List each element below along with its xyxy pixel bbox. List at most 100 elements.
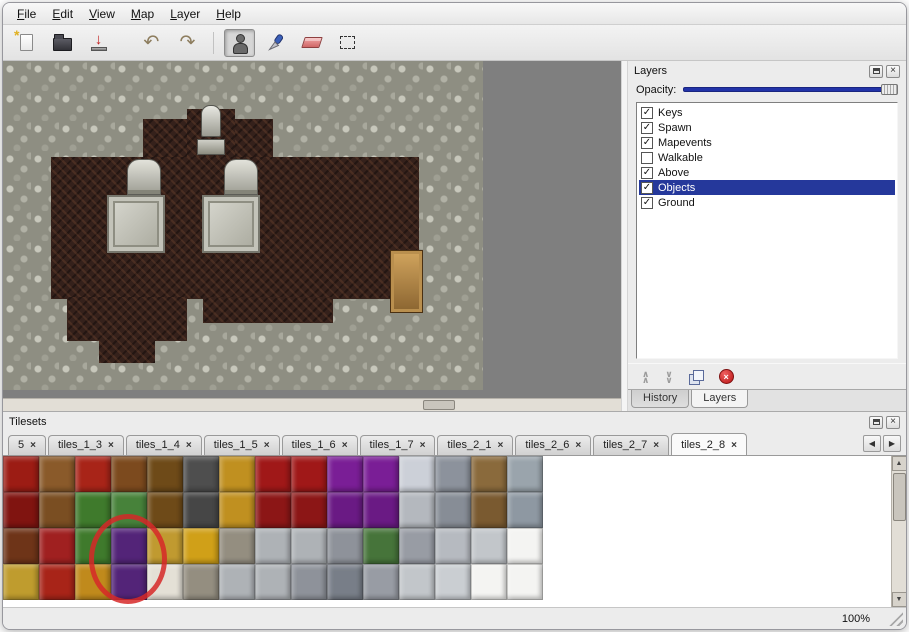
tileset-tab-tiles_2_8[interactable]: tiles_2_8× (671, 433, 747, 455)
tileset-tile[interactable] (363, 528, 399, 564)
map-horizontal-scrollbar[interactable] (3, 398, 621, 411)
layer-row-spawn[interactable]: ✓Spawn (639, 120, 895, 135)
tileset-tab-tiles_1_7[interactable]: tiles_1_7× (360, 435, 436, 455)
detach-panel-button[interactable] (869, 65, 883, 78)
tileset-tile[interactable] (507, 528, 543, 564)
tab-close-icon[interactable]: × (186, 441, 192, 450)
tab-close-icon[interactable]: × (731, 441, 737, 450)
tab-close-icon[interactable]: × (653, 441, 659, 450)
tileset-tab-tiles_2_1[interactable]: tiles_2_1× (437, 435, 513, 455)
paint-tool-button[interactable] (260, 29, 291, 57)
tileset-tile[interactable] (183, 456, 219, 492)
tab-scroll-right-button[interactable]: ▶ (883, 435, 901, 452)
tileset-tile[interactable] (435, 528, 471, 564)
tileset-tab-tiles_1_3[interactable]: tiles_1_3× (48, 435, 124, 455)
resize-grip[interactable] (889, 612, 903, 626)
new-map-button[interactable]: * (11, 29, 42, 57)
scrollbar-thumb[interactable] (893, 473, 906, 521)
close-panel-button[interactable]: × (886, 416, 900, 429)
tileset-tile[interactable] (291, 528, 327, 564)
tileset-tile[interactable] (183, 528, 219, 564)
tab-close-icon[interactable]: × (342, 441, 348, 450)
tileset-tile[interactable] (471, 492, 507, 528)
tileset-tile[interactable] (435, 456, 471, 492)
tileset-tile[interactable] (39, 564, 75, 600)
tileset-tile[interactable] (507, 492, 543, 528)
tileset-tile[interactable] (327, 528, 363, 564)
tileset-tile[interactable] (363, 492, 399, 528)
detach-panel-button[interactable] (869, 416, 883, 429)
map-canvas[interactable] (3, 61, 483, 390)
menu-map[interactable]: Map (123, 5, 162, 23)
close-panel-button[interactable]: × (886, 65, 900, 78)
tileset-tile[interactable] (291, 492, 327, 528)
layer-visibility-checkbox[interactable]: ✓ (641, 107, 653, 119)
move-layer-down-button[interactable]: ∨∨ (665, 371, 672, 383)
tileset-tile[interactable] (75, 492, 111, 528)
tileset-tile[interactable] (147, 456, 183, 492)
delete-layer-button[interactable]: × (719, 369, 734, 384)
save-button[interactable]: ↓ (83, 29, 114, 57)
tileset-tile[interactable] (75, 564, 111, 600)
tileset-vertical-scrollbar[interactable]: ▲ ▼ (891, 456, 906, 607)
layer-row-keys[interactable]: ✓Keys (639, 105, 895, 120)
layer-row-objects[interactable]: ✓Objects (639, 180, 895, 195)
scroll-down-button[interactable]: ▼ (892, 592, 907, 607)
tileset-tab-5[interactable]: 5× (8, 435, 46, 455)
tileset-tile[interactable] (111, 528, 147, 564)
event-tool-button[interactable] (224, 29, 255, 57)
tileset-tile[interactable] (3, 492, 39, 528)
tileset-tile[interactable] (219, 564, 255, 600)
tileset-tile[interactable] (435, 564, 471, 600)
tileset-tile[interactable] (219, 456, 255, 492)
duplicate-layer-button[interactable] (689, 370, 703, 384)
tileset-tile[interactable] (39, 528, 75, 564)
tileset-tile[interactable] (471, 564, 507, 600)
tileset-tile[interactable] (255, 492, 291, 528)
select-tool-button[interactable] (332, 29, 363, 57)
vertical-splitter[interactable] (621, 61, 628, 411)
layer-visibility-checkbox[interactable] (641, 152, 653, 164)
tileset-tile[interactable] (255, 528, 291, 564)
tileset-tile[interactable] (399, 456, 435, 492)
tileset-tile[interactable] (147, 564, 183, 600)
undo-button[interactable]: ↶ (136, 29, 167, 57)
tileset-tile[interactable] (183, 492, 219, 528)
tileset-tile[interactable] (327, 492, 363, 528)
tab-close-icon[interactable]: × (108, 441, 114, 450)
opacity-slider[interactable] (683, 83, 898, 96)
tileset-tile[interactable] (291, 456, 327, 492)
tileset-tab-tiles_2_7[interactable]: tiles_2_7× (593, 435, 669, 455)
map-viewport[interactable] (3, 61, 621, 398)
tileset-tab-tiles_1_4[interactable]: tiles_1_4× (126, 435, 202, 455)
tileset-tile[interactable] (471, 528, 507, 564)
scroll-up-button[interactable]: ▲ (892, 456, 907, 471)
eraser-tool-button[interactable] (296, 29, 327, 57)
menu-edit[interactable]: Edit (44, 5, 81, 23)
tileset-tile[interactable] (183, 564, 219, 600)
tileset-tile[interactable] (435, 492, 471, 528)
layer-row-above[interactable]: ✓Above (639, 165, 895, 180)
tileset-tile[interactable] (363, 564, 399, 600)
tileset-tile[interactable] (255, 564, 291, 600)
tab-history[interactable]: History (631, 390, 689, 408)
open-button[interactable] (47, 29, 78, 57)
menu-help[interactable]: Help (208, 5, 249, 23)
tab-close-icon[interactable]: × (420, 441, 426, 450)
tileset-tile[interactable] (327, 564, 363, 600)
menu-layer[interactable]: Layer (162, 5, 208, 23)
tileset-tile[interactable] (327, 456, 363, 492)
tileset-tile[interactable] (39, 456, 75, 492)
tileset-tile[interactable] (3, 528, 39, 564)
tileset-tile[interactable] (471, 456, 507, 492)
scrollbar-thumb[interactable] (423, 400, 455, 410)
layer-visibility-checkbox[interactable]: ✓ (641, 197, 653, 209)
tileset-tile[interactable] (111, 492, 147, 528)
tileset-tile[interactable] (291, 564, 327, 600)
tileset-tile[interactable] (399, 564, 435, 600)
tab-close-icon[interactable]: × (497, 441, 503, 450)
menu-view[interactable]: View (81, 5, 123, 23)
tileset-tile[interactable] (111, 456, 147, 492)
tileset-tile[interactable] (255, 456, 291, 492)
tileset-tile[interactable] (399, 492, 435, 528)
